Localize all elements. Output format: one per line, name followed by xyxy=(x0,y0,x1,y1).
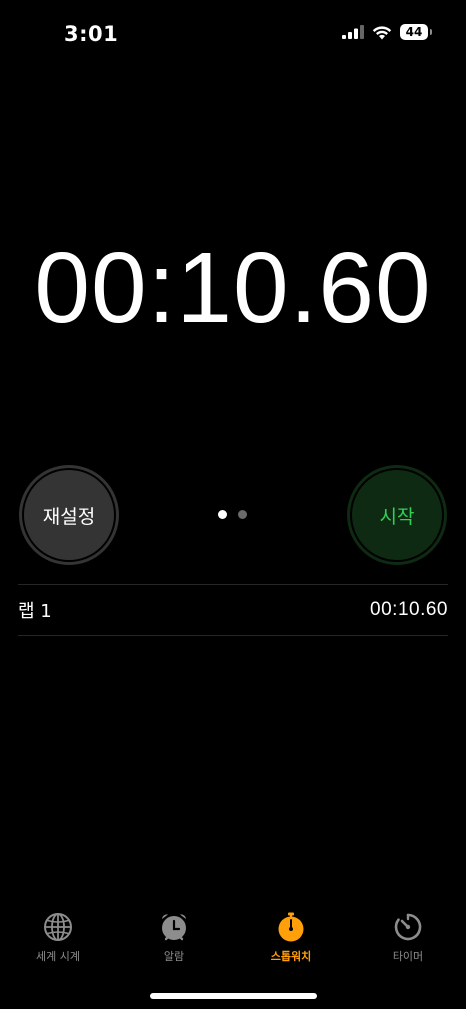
lap-label: 랩 1 xyxy=(18,601,52,622)
start-button[interactable]: 시작 xyxy=(347,465,447,565)
reset-button[interactable]: 재설정 xyxy=(19,465,119,565)
stopwatch-elapsed-time: 00:10.60 xyxy=(34,232,432,344)
cellular-signal-icon xyxy=(342,25,364,39)
tab-world-clock[interactable]: 세계 시계 xyxy=(0,912,116,964)
tab-alarm[interactable]: 알람 xyxy=(116,912,232,964)
home-indicator[interactable] xyxy=(150,993,317,999)
page-dot-inactive[interactable] xyxy=(238,510,247,519)
page-indicator[interactable] xyxy=(218,510,247,519)
status-time: 3:01 xyxy=(64,22,119,46)
battery-level: 44 xyxy=(405,25,423,39)
tab-timer-label: 타이머 xyxy=(392,950,424,963)
page-dot-active[interactable] xyxy=(218,510,227,519)
status-icons: 44 xyxy=(342,24,432,40)
tab-bar: 세계 시계 알람 스톱워치 타이머 xyxy=(0,912,466,972)
battery-icon: 44 xyxy=(400,24,432,40)
tab-world-clock-label: 세계 시계 xyxy=(36,950,80,963)
tab-stopwatch-label: 스톱워치 xyxy=(270,950,312,963)
globe-icon xyxy=(44,913,72,941)
alarm-clock-icon xyxy=(162,914,186,941)
tab-timer[interactable]: 타이머 xyxy=(350,912,466,964)
reset-button-label: 재설정 xyxy=(42,505,96,528)
start-button-label: 시작 xyxy=(379,505,415,528)
lap-time: 00:10.60 xyxy=(370,599,448,620)
timer-icon xyxy=(394,913,422,941)
tab-stopwatch[interactable]: 스톱워치 xyxy=(233,912,349,964)
lap-list: 랩 1 00:10.60 xyxy=(18,584,448,636)
lap-row: 랩 1 00:10.60 xyxy=(18,584,448,636)
tab-alarm-label: 알람 xyxy=(163,950,185,963)
stopwatch-icon xyxy=(278,912,304,942)
wifi-icon xyxy=(372,25,392,39)
status-bar: 3:01 44 xyxy=(0,0,466,70)
